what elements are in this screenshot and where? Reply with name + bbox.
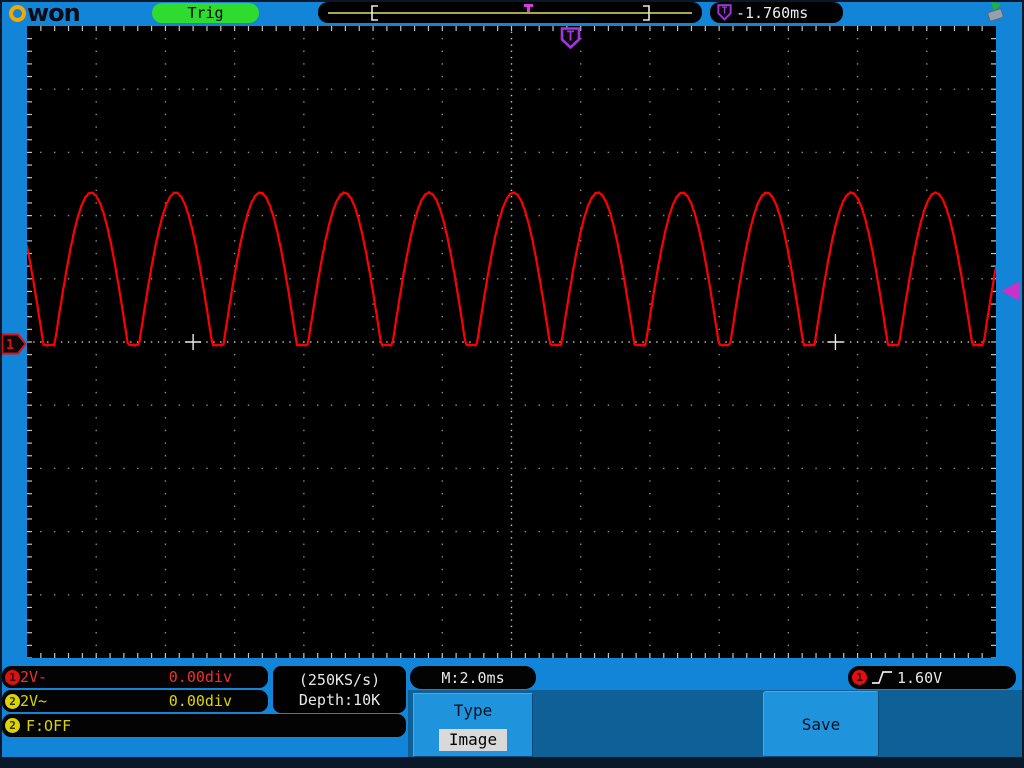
svg-text:T: T bbox=[567, 30, 575, 45]
channel1-offset: 0.00div bbox=[168, 668, 232, 686]
trigger-status-badge: Trig bbox=[152, 3, 259, 23]
owon-logo-text: won bbox=[27, 0, 81, 27]
memory-position-bar[interactable] bbox=[318, 2, 702, 23]
channel2-offset: 0.00div bbox=[168, 692, 232, 710]
menu-type-selected-value[interactable]: Image bbox=[438, 729, 508, 751]
channel2-filter-badge: 2 bbox=[5, 718, 20, 733]
trigger-position-shield-icon[interactable]: T bbox=[559, 27, 582, 49]
channel1-badge: 1 bbox=[5, 669, 20, 685]
memory-depth-label: Depth:10K bbox=[298, 690, 381, 709]
acquisition-readout: (250KS/s) Depth:10K bbox=[273, 666, 406, 713]
timebase-readout: M:2.0ms bbox=[410, 666, 536, 689]
trigger-status-label: Trig bbox=[187, 4, 224, 22]
channel2-filter-readout: 2 F:OFF bbox=[2, 714, 406, 737]
memory-trigger-marker-icon bbox=[524, 4, 533, 12]
rising-edge-icon bbox=[872, 671, 892, 684]
trigger-time-readout: T -1.760ms bbox=[710, 2, 843, 23]
save-button-label: Save bbox=[801, 714, 841, 734]
trigger-source-badge: 1 bbox=[852, 670, 867, 685]
timebase-value: M:2.0ms bbox=[441, 668, 505, 687]
channel1-scale: 2V- bbox=[20, 668, 48, 686]
channel1-zero-marker[interactable]: 1 bbox=[1, 333, 27, 355]
waveform-display: T bbox=[25, 26, 998, 659]
trigger-level-arrow[interactable] bbox=[1001, 281, 1020, 301]
usb-device-icon bbox=[984, 1, 1008, 23]
owon-logo-ring bbox=[9, 4, 26, 22]
memory-window-bracket-right bbox=[643, 5, 650, 21]
menu-type-label: Type bbox=[453, 701, 493, 720]
svg-text:1: 1 bbox=[6, 338, 14, 353]
memory-window-bracket-left bbox=[371, 5, 378, 21]
memory-line bbox=[328, 12, 692, 14]
owon-logo: won bbox=[9, 0, 81, 27]
trigger-shield-icon: T bbox=[717, 4, 732, 21]
graticule-and-trace bbox=[25, 26, 998, 659]
channel2-badge: 2 bbox=[5, 693, 20, 709]
trigger-level-readout: 1 1.60V bbox=[848, 666, 1016, 689]
channel1-readout: 1 2V- 0.00div bbox=[2, 666, 268, 688]
save-button[interactable]: Save bbox=[763, 691, 879, 757]
menu-type-softkey[interactable]: Type Image bbox=[413, 693, 533, 757]
channel2-scale: 2V~ bbox=[20, 692, 48, 710]
svg-text:T: T bbox=[722, 6, 728, 17]
trigger-time-value: -1.760ms bbox=[736, 3, 809, 22]
channel2-readout: 2 2V~ 0.00div bbox=[2, 690, 268, 712]
trigger-level-value: 1.60V bbox=[897, 668, 943, 687]
sample-rate-label: (250KS/s) bbox=[298, 670, 381, 689]
channel2-filter-label: F:OFF bbox=[26, 716, 72, 735]
bottom-border-strip bbox=[0, 757, 1024, 768]
